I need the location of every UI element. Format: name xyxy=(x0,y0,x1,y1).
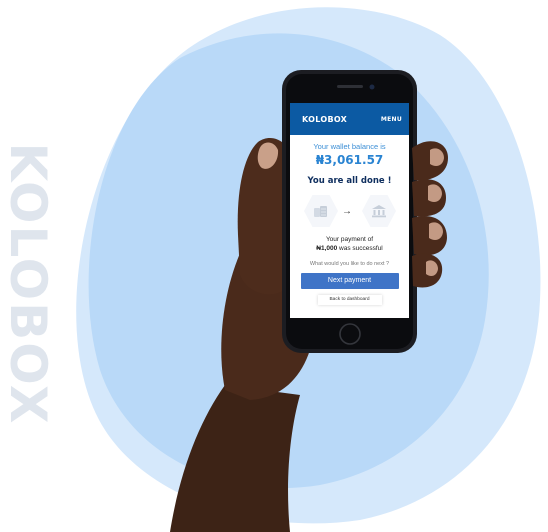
next-payment-button[interactable]: Next payment xyxy=(300,273,399,289)
transfer-illustration: → xyxy=(290,194,409,230)
phone-screen: KOLOBOX MENU Your wallet balance is ₦3,0… xyxy=(290,103,409,318)
payment-line-1: Your payment of xyxy=(325,236,374,243)
coins-icon xyxy=(304,195,338,227)
next-question: What would you like to do next ? xyxy=(309,261,390,267)
scene xyxy=(76,7,541,532)
brand-watermark: KOLOBOX xyxy=(0,142,57,426)
back-to-dashboard-button[interactable]: Back to dashboard xyxy=(317,295,382,305)
done-title: You are all done ! xyxy=(307,176,392,186)
payment-message: Your payment of ₦1,000 was successful xyxy=(290,236,409,253)
payment-amount: ₦1,000 xyxy=(316,244,338,252)
bank-icon xyxy=(362,195,396,227)
app-logo[interactable]: KOLOBOX xyxy=(302,115,347,124)
front-camera xyxy=(369,84,375,90)
payment-line-2: ₦1,000 was successful xyxy=(290,245,409,254)
home-button[interactable] xyxy=(339,323,361,345)
payment-suffix: was successful xyxy=(337,244,383,252)
speaker xyxy=(337,85,363,88)
wallet-balance-label: Your wallet balance is xyxy=(313,142,386,151)
menu-button[interactable]: MENU xyxy=(381,116,402,123)
app-header: KOLOBOX MENU xyxy=(290,103,409,135)
arrow-right-icon: → xyxy=(342,206,352,217)
wallet-balance-amount: ₦3,061.57 xyxy=(315,153,384,167)
